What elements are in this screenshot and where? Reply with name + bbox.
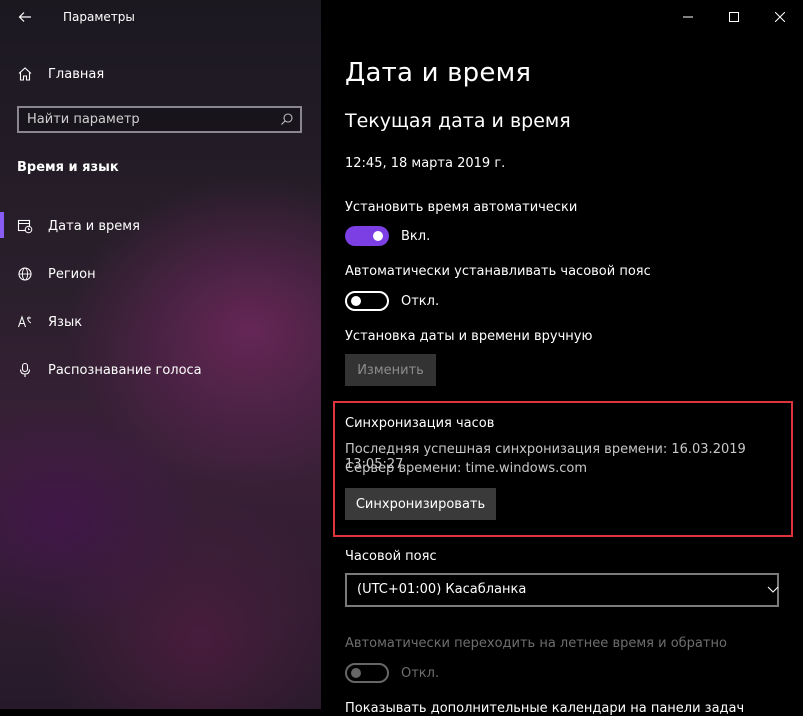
back-button[interactable] (13, 6, 37, 28)
toggle-knob (351, 296, 361, 306)
sidebar: Параметры Главная Время и язык Дата и вр… (0, 0, 321, 709)
dst-toggle[interactable] (345, 663, 389, 683)
close-button[interactable] (757, 0, 803, 34)
dst-label: Автоматически переходить на летнее время… (345, 636, 727, 651)
sidebar-item-date-time[interactable]: Дата и время (0, 206, 321, 246)
search-box[interactable] (17, 106, 302, 133)
change-button[interactable]: Изменить (345, 354, 436, 386)
minimize-icon (683, 16, 693, 18)
calendar-clock-icon (17, 218, 33, 234)
timezone-dropdown[interactable]: (UTC+01:00) Касабланка (345, 573, 779, 607)
maximize-icon (729, 12, 739, 22)
maximize-button[interactable] (711, 0, 757, 34)
globe-icon (17, 266, 33, 282)
nav-home-label: Главная (48, 66, 105, 82)
timezone-label: Часовой пояс (345, 549, 437, 564)
app-title: Параметры (63, 10, 135, 24)
auto-timezone-toggle[interactable] (345, 291, 389, 311)
auto-timezone-label: Автоматически устанавливать часовой пояс (345, 264, 651, 279)
page-title: Дата и время (345, 58, 532, 88)
sidebar-item-label: Регион (48, 266, 96, 282)
sidebar-item-label: Дата и время (48, 218, 140, 234)
sidebar-item-label: Язык (48, 314, 83, 330)
auto-time-label: Установить время автоматически (345, 200, 578, 215)
sidebar-item-region[interactable]: Регион (0, 254, 321, 294)
manual-datetime-label: Установка даты и времени вручную (345, 329, 593, 344)
auto-time-toggle[interactable] (345, 226, 389, 246)
home-icon (17, 66, 33, 82)
auto-time-state: Вкл. (401, 229, 431, 244)
arrow-left-icon (18, 12, 31, 22)
timezone-value: (UTC+01:00) Касабланка (357, 582, 527, 597)
search-icon[interactable] (280, 112, 294, 126)
search-input[interactable] (27, 112, 267, 127)
main-content: Дата и время Текущая дата и время 12:45,… (321, 0, 803, 716)
sidebar-item-language[interactable]: Язык (0, 302, 321, 342)
sidebar-item-speech[interactable]: Распознавание голоса (0, 350, 321, 390)
current-datetime: 12:45, 18 марта 2019 г. (345, 156, 506, 171)
minimize-button[interactable] (665, 0, 711, 34)
auto-timezone-state: Откл. (401, 294, 440, 309)
sync-highlight-frame (333, 401, 793, 537)
titlebar-left: Параметры (0, 0, 321, 34)
nav-home[interactable]: Главная (0, 54, 321, 94)
dst-state: Откл. (401, 666, 440, 681)
microphone-icon (17, 362, 33, 378)
close-icon (775, 12, 785, 22)
toggle-knob (373, 231, 383, 241)
sidebar-item-label: Распознавание голоса (48, 362, 202, 378)
language-icon (17, 314, 33, 330)
toggle-knob (351, 668, 361, 678)
current-datetime-heading: Текущая дата и время (345, 110, 571, 132)
section-heading: Время и язык (17, 160, 119, 175)
chevron-down-icon (767, 586, 779, 593)
